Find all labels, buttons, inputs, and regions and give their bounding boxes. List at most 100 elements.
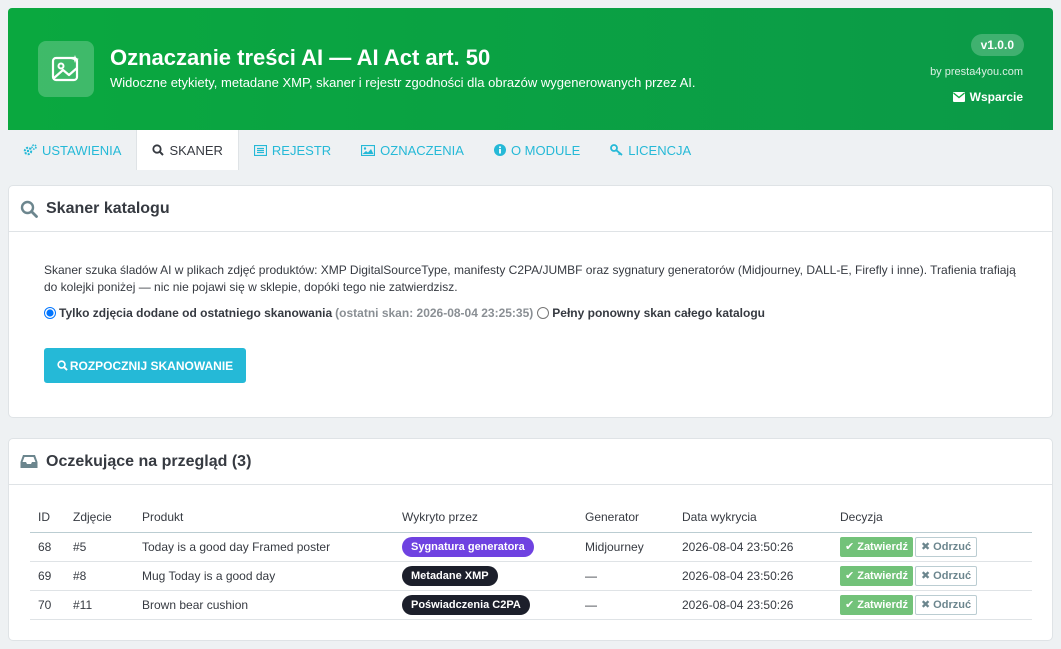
cogs-icon [23,144,37,156]
cell-detected-by: Poświadczenia C2PA [394,590,577,620]
table-row: 69 #8 Mug Today is a good day Metadane X… [30,561,1032,591]
scan-mode-options: Tylko zdjęcia dodane od ostatniego skano… [44,306,765,320]
tab-o-module[interactable]: O MODULE [479,130,595,170]
cell-photo: #11 [65,590,134,620]
detection-badge: Poświadczenia C2PA [402,594,530,615]
support-label: Wsparcie [969,90,1023,104]
tab-skaner[interactable]: SKANER [136,130,239,170]
tab-oznaczenia[interactable]: OZNACZENIA [346,130,479,170]
review-panel: Oczekujące na przegląd (3) ID Zdjęcie Pr… [8,438,1053,641]
times-icon: ✖ [920,570,931,582]
tab-label: SKANER [169,142,223,158]
cell-product: Mug Today is a good day [134,561,394,591]
cell-id: 70 [30,590,65,620]
check-icon: ✔ [845,570,855,582]
author-link-text: by presta4you.com [930,66,1023,78]
table-row: 68 #5 Today is a good day Framed poster … [30,532,1032,562]
approve-button[interactable]: ✔ Zatwierdź [840,536,913,557]
cell-product: Brown bear cushion [134,590,394,620]
cell-decision: ✔ Zatwierdź ✖ Odrzuć [832,561,1032,591]
approve-label: Zatwierdź [857,569,908,582]
check-icon: ✔ [845,541,855,553]
check-icon: ✔ [845,599,855,611]
cell-generator: Midjourney [577,532,674,562]
radio-incremental-label: Tylko zdjęcia dodane od ostatniego skano… [59,306,333,320]
detection-badge: Sygnatura generatora [402,536,534,557]
column-header: Generator [577,503,674,533]
reject-label: Odrzuć [933,598,972,611]
review-table: ID Zdjęcie Produkt Wykryto przez Generat… [30,503,1032,620]
page-subtitle: Widoczne etykiety, metadane XMP, skaner … [110,75,696,90]
key-icon [610,144,623,156]
table-row: 70 #11 Brown bear cushion Poświadczenia … [30,590,1032,620]
search-icon [57,360,68,371]
tab-rejestr[interactable]: REJESTR [239,130,346,170]
reject-button[interactable]: ✖ Odrzuć [914,565,978,586]
column-header: Wykryto przez [394,503,577,533]
inbox-icon [20,455,38,468]
search-icon [152,144,165,156]
cell-decision: ✔ Zatwierdź ✖ Odrzuć [832,532,1032,562]
reject-label: Odrzuć [933,569,972,582]
tab-label: O MODULE [510,142,581,158]
scanner-panel-header: Skaner katalogu [9,186,1052,232]
scanner-description: Skaner szuka śladów AI w plikach zdjęć p… [44,263,1016,294]
image-sparkle-icon [51,55,79,82]
start-scan-label: ROZPOCZNIJ SKANOWANIE [69,358,234,373]
info-icon [493,144,506,156]
envelope-icon [952,92,965,102]
start-scan-button[interactable]: ROZPOCZNIJ SKANOWANIE [44,348,246,383]
panel-title: Oczekujące na przegląd (3) [46,452,252,470]
radio-incremental[interactable] [44,307,56,319]
detection-badge: Metadane XMP [402,565,498,586]
tab-label: USTAWIENIA [42,142,122,158]
approve-button[interactable]: ✔ Zatwierdź [840,565,913,586]
tab-bar: USTAWIENIA SKANER REJESTR OZNACZENIA O M… [8,130,1053,170]
reject-button[interactable]: ✖ Odrzuć [914,594,978,615]
column-header: Produkt [134,503,394,533]
tab-ustawienia[interactable]: USTAWIENIA [8,130,136,170]
module-header: Oznaczanie treści AI — AI Act art. 50 Wi… [8,8,1053,130]
column-header: Data wykrycia [674,503,832,533]
cell-detected-by: Sygnatura generatora [394,532,577,562]
reject-button[interactable]: ✖ Odrzuć [914,536,978,557]
image-icon [361,144,376,156]
radio-full-label: Pełny ponowny skan całego katalogu [552,306,765,320]
module-logo [38,41,94,97]
approve-label: Zatwierdź [857,598,908,611]
times-icon: ✖ [920,599,931,611]
cell-date: 2026-08-04 23:50:26 [674,590,832,620]
approve-button[interactable]: ✔ Zatwierdź [840,594,913,615]
column-header: ID [30,503,65,533]
times-icon: ✖ [920,541,931,553]
cell-generator: — [577,590,674,620]
column-header: Zdjęcie [65,503,134,533]
cell-id: 69 [30,561,65,591]
support-link[interactable]: Wsparcie [952,90,1023,104]
cell-date: 2026-08-04 23:50:26 [674,532,832,562]
reject-label: Odrzuć [933,540,972,553]
tab-label: LICENCJA [628,142,692,158]
cell-photo: #8 [65,561,134,591]
last-scan-text: (ostatni skan: 2026-08-04 23:25:35) [335,306,534,320]
radio-full[interactable] [537,307,550,319]
search-icon [20,200,38,218]
cell-date: 2026-08-04 23:50:26 [674,561,832,591]
cell-id: 68 [30,532,65,562]
scanner-panel: Skaner katalogu Skaner szuka śladów AI w… [8,185,1053,418]
tab-label: REJESTR [271,142,332,158]
review-panel-header: Oczekujące na przegląd (3) [9,439,1052,485]
column-header: Decyzja [832,503,1032,533]
tab-licencja[interactable]: LICENCJA [595,130,706,170]
cell-decision: ✔ Zatwierdź ✖ Odrzuć [832,590,1032,620]
version-badge: v1.0.0 [970,34,1024,56]
approve-label: Zatwierdź [857,540,908,553]
cell-generator: — [577,561,674,591]
tab-label: OZNACZENIA [380,142,464,158]
cell-detected-by: Metadane XMP [394,561,577,591]
page-title: Oznaczanie treści AI — AI Act art. 50 [110,45,491,70]
panel-title: Skaner katalogu [46,199,170,217]
cell-photo: #5 [65,532,134,562]
table-header-row: ID Zdjęcie Produkt Wykryto przez Generat… [30,503,1032,533]
cell-product: Today is a good day Framed poster [134,532,394,562]
